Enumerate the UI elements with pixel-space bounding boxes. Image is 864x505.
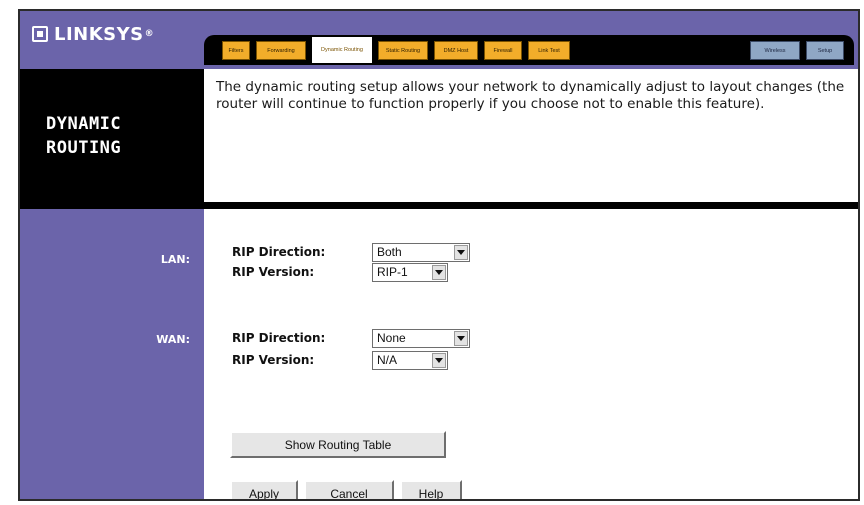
settings-panel: RIP Direction: Both RIP Version: RIP-1 R… — [204, 209, 858, 499]
lan-rip-version-label: RIP Version: — [232, 265, 315, 279]
lan-section-label: LAN: — [160, 253, 190, 266]
header-divider — [20, 202, 858, 209]
help-button[interactable]: Help — [400, 480, 462, 499]
chevron-down-icon — [457, 249, 465, 255]
tab-dmz-host[interactable]: DMZ Host — [434, 41, 478, 60]
tab-static-routing[interactable]: Static Routing — [378, 41, 428, 60]
lan-rip-version-dropdown-button[interactable] — [432, 264, 446, 280]
wan-section-label: WAN: — [156, 333, 190, 346]
logo-registered-mark: ® — [144, 29, 155, 39]
top-banner: LINKSYS ® Filters Forwarding Dynamic Rout… — [20, 11, 858, 69]
apply-button[interactable]: Apply — [230, 480, 298, 499]
lan-rip-direction-label: RIP Direction: — [232, 245, 326, 259]
wan-rip-direction-label: RIP Direction: — [232, 331, 326, 345]
cancel-button[interactable]: Cancel — [304, 480, 394, 499]
wan-rip-version-label: RIP Version: — [232, 353, 315, 367]
wan-rip-version-value: N/A — [377, 352, 398, 367]
tab-forwarding[interactable]: Forwarding — [256, 41, 306, 60]
tab-wireless[interactable]: Wireless — [750, 41, 800, 60]
tab-filters[interactable]: Filters — [222, 41, 250, 60]
logo-text: LINKSYS — [54, 23, 144, 45]
chevron-down-icon — [457, 335, 465, 341]
wan-rip-version-dropdown-button[interactable] — [432, 352, 446, 368]
linksys-logo: LINKSYS ® — [32, 23, 154, 45]
chevron-down-icon — [435, 357, 443, 363]
lan-rip-version-row: RIP Version: RIP-1 — [232, 261, 448, 283]
lan-rip-direction-value: Both — [377, 244, 402, 259]
tab-setup[interactable]: Setup — [806, 41, 844, 60]
lan-rip-version-value: RIP-1 — [377, 264, 408, 279]
linksys-logo-icon — [32, 26, 48, 42]
wan-rip-direction-value: None — [377, 330, 406, 345]
lan-rip-direction-row: RIP Direction: Both — [232, 241, 470, 263]
lan-rip-version-select[interactable]: RIP-1 — [372, 262, 448, 282]
page-title-line-2: ROUTING — [46, 137, 122, 158]
wan-rip-direction-row: RIP Direction: None — [232, 327, 470, 349]
show-routing-table-button[interactable]: Show Routing Table — [230, 431, 446, 458]
wan-rip-version-select[interactable]: N/A — [372, 350, 448, 370]
lan-rip-direction-select[interactable]: Both — [372, 242, 470, 262]
page-title: DYNAMIC ROUTING — [20, 69, 204, 202]
page-title-line-1: DYNAMIC — [46, 113, 122, 134]
wan-rip-version-row: RIP Version: N/A — [232, 349, 448, 371]
tab-dynamic-routing[interactable]: Dynamic Routing — [312, 37, 372, 63]
tab-link-test[interactable]: Link Test — [528, 41, 570, 60]
router-setup-window: LINKSYS ® Filters Forwarding Dynamic Rout… — [18, 9, 860, 501]
wan-rip-direction-dropdown-button[interactable] — [454, 330, 468, 346]
wan-rip-direction-select[interactable]: None — [372, 328, 470, 348]
page-header: DYNAMIC ROUTING The dynamic routing setu… — [20, 69, 858, 202]
tab-strip: Filters Forwarding Dynamic Routing Stati… — [204, 35, 854, 65]
page-description: The dynamic routing setup allows your ne… — [216, 79, 845, 112]
chevron-down-icon — [435, 269, 443, 275]
section-label-panel: LAN: WAN: — [20, 209, 204, 499]
lan-rip-direction-dropdown-button[interactable] — [454, 244, 468, 260]
tab-firewall[interactable]: Firewall — [484, 41, 522, 60]
